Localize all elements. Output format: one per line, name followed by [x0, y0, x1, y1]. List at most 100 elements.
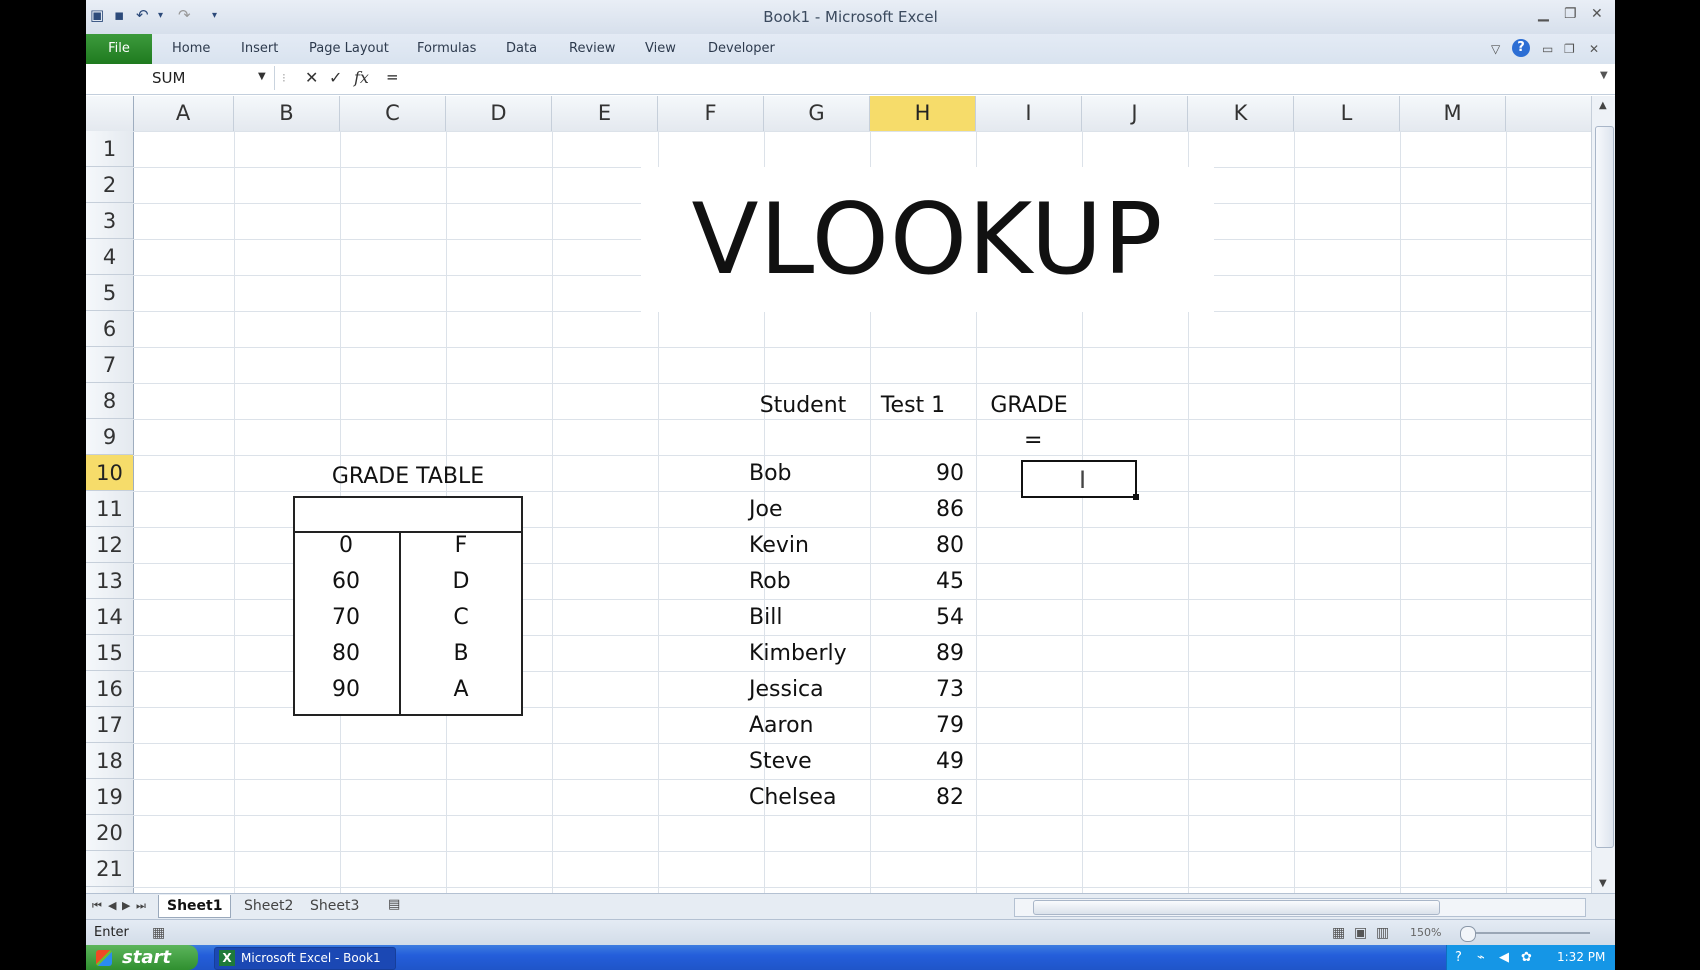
scroll-up-icon[interactable]: ▲	[1599, 100, 1607, 111]
student-score-cell[interactable]: 45	[858, 564, 964, 600]
row-header-15[interactable]: 15	[86, 635, 133, 671]
horizontal-scroll-thumb[interactable]	[1033, 900, 1440, 915]
close-icon[interactable]: ✕	[1591, 6, 1603, 22]
name-box[interactable]: SUM ▼	[86, 66, 275, 90]
student-name-cell[interactable]: Jessica	[749, 672, 824, 708]
student-name-cell[interactable]: Bill	[749, 600, 782, 636]
row-header-2[interactable]: 2	[86, 167, 133, 203]
back-tray-icon[interactable]: ◀	[1499, 950, 1509, 965]
test-header[interactable]: Test 1	[858, 388, 968, 424]
row-header-16[interactable]: 16	[86, 671, 133, 707]
column-header-e[interactable]: E	[552, 96, 658, 131]
first-sheet-icon[interactable]: ⏮	[92, 899, 102, 913]
worksheet-grid[interactable]: VLOOKUP GRADE TABLE 0 F 60 D 70 C 80 B 90 A Stude…	[133, 131, 1591, 893]
page-layout-view-icon[interactable]: ▣	[1354, 925, 1367, 941]
column-header-i[interactable]: I	[976, 96, 1082, 131]
row-header-7[interactable]: 7	[86, 347, 133, 383]
student-name-cell[interactable]: Aaron	[749, 708, 814, 744]
insert-sheet-icon[interactable]: ▤	[388, 897, 400, 912]
row-header-20[interactable]: 20	[86, 815, 133, 851]
tab-home[interactable]: Home	[172, 41, 210, 56]
row-header-11[interactable]: 11	[86, 491, 133, 527]
fill-handle[interactable]	[1133, 494, 1139, 500]
prev-sheet-icon[interactable]: ◀	[108, 899, 116, 912]
student-name-cell[interactable]: Bob	[749, 456, 792, 492]
row-header-10[interactable]: 10	[86, 455, 133, 491]
zoom-slider[interactable]	[1460, 932, 1590, 934]
next-sheet-icon[interactable]: ▶	[122, 899, 130, 912]
last-sheet-icon[interactable]: ⏭	[136, 899, 146, 913]
row-header-6[interactable]: 6	[86, 311, 133, 347]
row-header-5[interactable]: 5	[86, 275, 133, 311]
help-tray-icon[interactable]: ?	[1455, 950, 1462, 965]
tab-sheet3[interactable]: Sheet3	[302, 895, 367, 917]
row-header-14[interactable]: 14	[86, 599, 133, 635]
tab-sheet1[interactable]: Sheet1	[158, 895, 232, 918]
student-score-cell[interactable]: 49	[858, 744, 964, 780]
horizontal-scrollbar[interactable]	[1014, 898, 1586, 917]
student-score-cell[interactable]: 73	[858, 672, 964, 708]
column-header-a[interactable]: A	[133, 96, 234, 131]
grade-score-cell[interactable]: 70	[293, 600, 399, 636]
zoom-slider-knob[interactable]	[1460, 926, 1476, 942]
network-tray-icon[interactable]: ⌁	[1477, 950, 1485, 965]
row-header-8[interactable]: 8	[86, 383, 133, 419]
macro-record-icon[interactable]: ▦	[152, 925, 165, 941]
tab-review[interactable]: Review	[569, 41, 615, 56]
grade-letter-cell[interactable]: B	[399, 636, 523, 672]
insert-function-icon[interactable]: fx	[354, 68, 369, 87]
name-box-dropdown-icon[interactable]: ▼	[258, 71, 266, 82]
column-header-h[interactable]: H	[870, 96, 976, 131]
column-header-m[interactable]: M	[1400, 96, 1506, 131]
row-header-9[interactable]: 9	[86, 419, 133, 455]
tab-data[interactable]: Data	[506, 41, 537, 56]
grade-score-cell[interactable]: 0	[293, 528, 399, 564]
select-all-corner[interactable]	[86, 96, 134, 131]
page-break-view-icon[interactable]: ▥	[1376, 925, 1389, 941]
student-score-cell[interactable]: 80	[858, 528, 964, 564]
workbook-restore-icon[interactable]: ❐	[1564, 42, 1575, 56]
grade-letter-cell[interactable]: F	[399, 528, 523, 564]
tab-sheet2[interactable]: Sheet2	[236, 895, 301, 917]
tab-view[interactable]: View	[645, 41, 676, 56]
column-header-l[interactable]: L	[1294, 96, 1400, 131]
column-header-g[interactable]: G	[764, 96, 870, 131]
grade-table-title[interactable]: GRADE TABLE	[293, 459, 523, 495]
tab-file[interactable]: File	[86, 34, 152, 64]
column-header-c[interactable]: C	[340, 96, 446, 131]
formula-input[interactable]: =	[386, 68, 399, 86]
row-header-17[interactable]: 17	[86, 707, 133, 743]
row-header-4[interactable]: 4	[86, 239, 133, 275]
tab-insert[interactable]: Insert	[241, 41, 278, 56]
vertical-scroll-thumb[interactable]	[1595, 126, 1614, 848]
student-score-cell[interactable]: 89	[858, 636, 964, 672]
student-score-cell[interactable]: 82	[858, 780, 964, 816]
scroll-down-icon[interactable]: ▼	[1599, 878, 1607, 889]
grade-score-cell[interactable]: 80	[293, 636, 399, 672]
row-header-12[interactable]: 12	[86, 527, 133, 563]
grade-score-cell[interactable]: 90	[293, 672, 399, 708]
row-header-13[interactable]: 13	[86, 563, 133, 599]
column-header-b[interactable]: B	[234, 96, 340, 131]
grade-letter-cell[interactable]: A	[399, 672, 523, 708]
start-button[interactable]: start	[86, 945, 198, 970]
expand-formula-bar-icon[interactable]: ▼	[1600, 70, 1608, 81]
help-icon[interactable]: ?	[1512, 39, 1530, 57]
student-header[interactable]: Student	[748, 388, 858, 424]
row-header-3[interactable]: 3	[86, 203, 133, 239]
restore-icon[interactable]: ❐	[1564, 6, 1577, 22]
row-header-19[interactable]: 19	[86, 779, 133, 815]
cancel-entry-icon[interactable]: ✕	[305, 68, 318, 87]
workbook-minimize-icon[interactable]: ▭	[1542, 42, 1553, 56]
normal-view-icon[interactable]: ▦	[1332, 925, 1345, 941]
column-header-k[interactable]: K	[1188, 96, 1294, 131]
tab-page-layout[interactable]: Page Layout	[309, 41, 389, 56]
student-score-cell[interactable]: 90	[858, 456, 964, 492]
student-name-cell[interactable]: Kevin	[749, 528, 809, 564]
row-header-18[interactable]: 18	[86, 743, 133, 779]
grade-header[interactable]: GRADE	[974, 388, 1084, 424]
column-header-j[interactable]: J	[1082, 96, 1188, 131]
vertical-scrollbar[interactable]: ▲ ▼	[1591, 96, 1615, 893]
minimize-ribbon-icon[interactable]: ▽	[1491, 42, 1500, 56]
minimize-icon[interactable]: ▁	[1538, 6, 1549, 22]
